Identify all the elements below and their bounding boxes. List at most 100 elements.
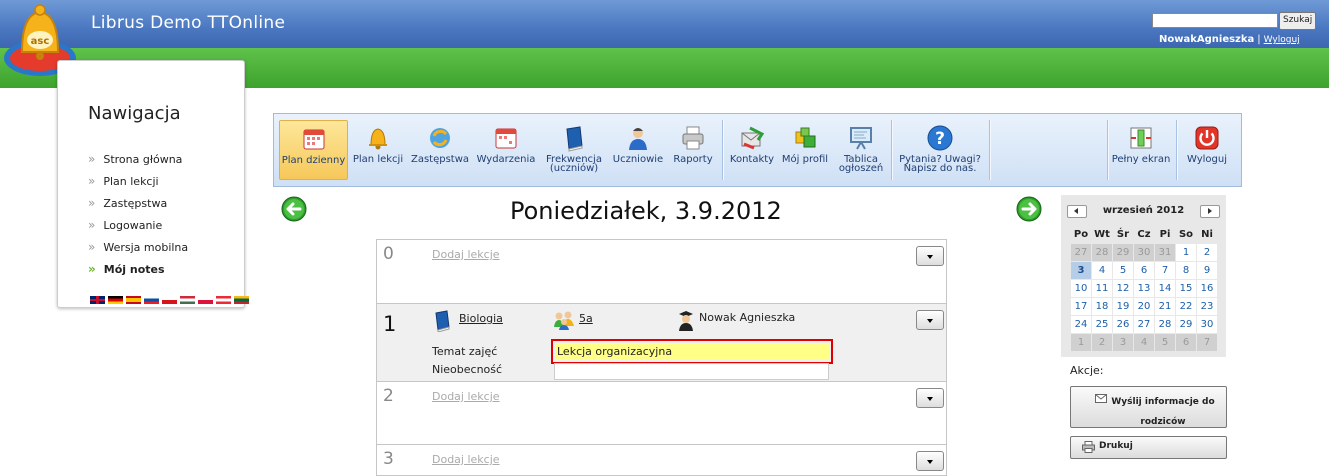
calendar-day[interactable]: 30 [1133,243,1155,262]
print-button[interactable]: Drukuj [1070,436,1227,459]
calendar-day[interactable]: 11 [1091,279,1113,298]
tb-logout-button[interactable]: Wyloguj [1182,120,1232,178]
nav-item-home[interactable]: » Strona główna [88,152,188,174]
tb-substitutions-button[interactable]: Zastępstwa [408,120,472,178]
absence-label: Nieobecność [432,363,503,376]
calendar-day[interactable]: 12 [1112,279,1134,298]
tb-lesson-plan-button[interactable]: Plan lekcji [352,120,404,178]
calendar-day[interactable]: 5 [1112,261,1134,280]
calendar-day[interactable]: 5 [1154,333,1176,352]
nav-item-label: Strona główna [103,153,183,166]
send-info-to-parents-button[interactable]: Wyślij informacje do rodziców [1070,386,1227,428]
tb-events-button[interactable]: Wydarzenia [475,120,537,178]
calendar-day-selected[interactable]: 3 [1070,261,1092,280]
calendar-day[interactable]: 25 [1091,315,1113,334]
calendar-day[interactable]: 22 [1175,297,1197,316]
flag-at-icon[interactable] [216,296,231,304]
calendar-day[interactable]: 16 [1196,279,1218,298]
flag-gb-icon[interactable] [90,296,105,304]
calendar-day[interactable]: 7 [1196,333,1218,352]
flag-hu-icon[interactable] [180,296,195,304]
flag-es-icon[interactable] [126,296,141,304]
calendar-day[interactable]: 31 [1154,243,1176,262]
calendar-day[interactable]: 4 [1133,333,1155,352]
search-button[interactable]: Szukaj [1279,12,1317,30]
search-input[interactable] [1152,13,1278,28]
calendar-day[interactable]: 17 [1070,297,1092,316]
calendar-weekday-header: Śr [1116,229,1130,240]
calendar-day[interactable]: 29 [1112,243,1134,262]
absence-field[interactable] [554,363,829,380]
flag-cz-icon[interactable] [162,296,177,304]
calendar-day[interactable]: 27 [1133,315,1155,334]
calendar-day[interactable]: 18 [1091,297,1113,316]
printer-icon [1082,441,1095,453]
calendar-day[interactable]: 29 [1175,315,1197,334]
calendar-day[interactable]: 1 [1070,333,1092,352]
tb-label: Uczniowie [612,154,664,165]
calendar-day[interactable]: 20 [1133,297,1155,316]
calendar-day[interactable]: 13 [1133,279,1155,298]
tb-daily-plan-button[interactable]: Plan dzienny [279,120,348,180]
calendar-day[interactable]: 21 [1154,297,1176,316]
calendar-day[interactable]: 3 [1112,333,1134,352]
calendar-day[interactable]: 28 [1091,243,1113,262]
tb-attendance-button[interactable]: Frekwencja (uczniów) [542,120,606,178]
fullscreen-icon [1130,127,1152,149]
calendar-icon [303,129,324,150]
tb-students-button[interactable]: Uczniowie [609,120,667,178]
flag-sk-icon[interactable] [144,296,159,304]
calendar-day[interactable]: 23 [1196,297,1218,316]
calendar-day[interactable]: 8 [1175,261,1197,280]
calendar-day[interactable]: 9 [1196,261,1218,280]
lesson-class-link[interactable]: 5a [579,312,593,325]
calendar-day[interactable]: 6 [1133,261,1155,280]
calendar-day[interactable]: 4 [1091,261,1113,280]
flag-de-icon[interactable] [108,296,123,304]
calendar-day[interactable]: 19 [1112,297,1134,316]
calendar-day[interactable]: 24 [1070,315,1092,334]
nav-item-mobile[interactable]: » Wersja mobilna [88,240,188,262]
calendar-day[interactable]: 27 [1070,243,1092,262]
calendar-day[interactable]: 26 [1112,315,1134,334]
tb-reports-button[interactable]: Raporty [670,120,716,178]
lesson-menu-dropdown-button[interactable] [916,310,944,330]
flag-pl-icon[interactable] [198,296,213,304]
tb-contacts-button[interactable]: Kontakty [727,120,777,178]
book-icon [566,126,583,152]
lesson-row-1: 1 Biologia 5a Nowak Agnieszka Temat zaję… [376,303,947,382]
tb-notice-board-button[interactable]: Tablica ogłoszeń [834,120,888,178]
flag-lt-icon[interactable] [234,296,249,304]
calendar-day[interactable]: 7 [1154,261,1176,280]
calendar-next-month-button[interactable] [1200,205,1220,218]
calendar-day[interactable]: 2 [1196,243,1218,262]
nav-item-lesson-plan[interactable]: » Plan lekcji [88,174,188,196]
nav-item-substitutions[interactable]: » Zastępstwa [88,196,188,218]
add-lesson-link[interactable]: Dodaj lekcje [432,248,500,261]
nav-item-login[interactable]: » Logowanie [88,218,188,240]
add-lesson-link[interactable]: Dodaj lekcje [432,453,500,466]
calendar-day[interactable]: 1 [1175,243,1197,262]
student-icon [629,128,647,150]
lesson-menu-dropdown-button[interactable] [916,451,944,471]
add-lesson-link[interactable]: Dodaj lekcje [432,390,500,403]
calendar-day[interactable]: 30 [1196,315,1218,334]
lesson-menu-dropdown-button[interactable] [916,246,944,266]
calendar-day[interactable]: 14 [1154,279,1176,298]
calendar-day[interactable]: 15 [1175,279,1197,298]
nav-item-my-notes[interactable]: » Mój notes [88,262,188,284]
lesson-menu-dropdown-button[interactable] [916,388,944,408]
calendar-day[interactable]: 28 [1154,315,1176,334]
topic-field[interactable]: Lekcja organizacyjna [555,343,829,360]
tb-feedback-button[interactable]: ? Pytania? Uwagi? Napisz do nas. [896,120,984,178]
next-day-arrow-icon[interactable] [1016,196,1042,222]
tb-my-profile-button[interactable]: Mój profil [779,120,831,178]
calendar-day[interactable]: 2 [1091,333,1113,352]
previous-day-arrow-icon[interactable] [281,196,307,222]
logout-link[interactable]: Wyloguj [1264,35,1300,45]
tb-fullscreen-button[interactable]: Pełny ekran [1111,120,1171,178]
calendar-day[interactable]: 6 [1175,333,1197,352]
day-title: Poniedziałek, 3.9.2012 [510,197,782,225]
calendar-day[interactable]: 10 [1070,279,1092,298]
lesson-subject-link[interactable]: Biologia [459,312,503,325]
